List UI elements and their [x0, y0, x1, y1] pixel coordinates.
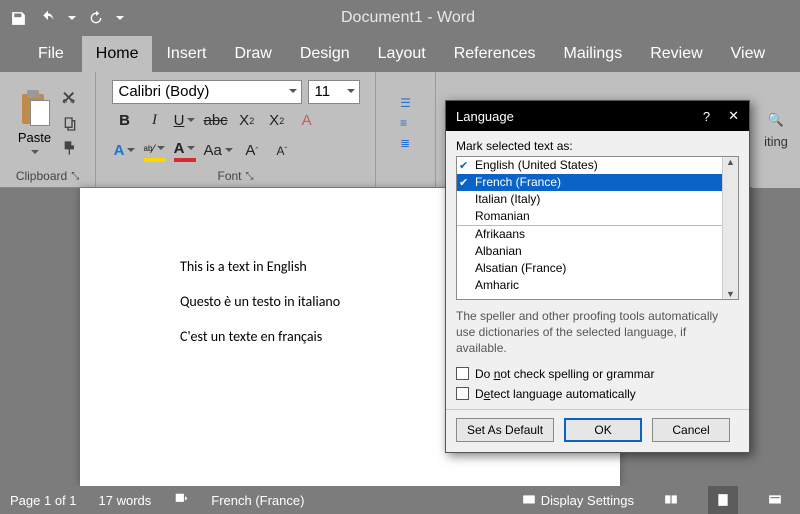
tab-draw[interactable]: Draw — [220, 36, 285, 72]
display-settings-icon[interactable]: Display Settings — [521, 493, 634, 508]
window-title: Document1 - Word — [124, 9, 692, 27]
paste-button[interactable]: Paste — [16, 86, 54, 158]
dialog-titlebar[interactable]: Language ? ✕ — [446, 101, 749, 131]
highlight-button[interactable]: ab⁄ — [144, 140, 166, 162]
change-case-button[interactable]: Aa — [204, 140, 233, 162]
group-font: Calibri (Body) 11 B I U abc X2 X2 A A ab… — [96, 72, 376, 187]
print-layout-icon[interactable] — [708, 486, 738, 514]
tab-mailings[interactable]: Mailings — [550, 36, 637, 72]
language-option[interactable]: ✔English (United States) — [457, 157, 738, 174]
language-option[interactable]: Afrikaans — [457, 226, 738, 243]
help-icon[interactable]: ? — [703, 109, 710, 124]
format-painter-icon[interactable] — [60, 139, 80, 157]
word-count[interactable]: 17 words — [99, 493, 152, 508]
paste-label: Paste — [18, 130, 51, 145]
undo-dropdown-icon[interactable] — [68, 16, 76, 24]
web-layout-icon[interactable] — [760, 486, 790, 514]
ribbon-tabs: File Home Insert Draw Design Layout Refe… — [0, 36, 800, 72]
cancel-button[interactable]: Cancel — [652, 418, 730, 442]
title-bar: Document1 - Word — [0, 0, 800, 36]
dialog-note: The speller and other proofing tools aut… — [456, 308, 739, 357]
scrollbar[interactable]: ▲▼ — [722, 157, 738, 299]
language-option[interactable]: Romanian — [457, 208, 738, 225]
tab-layout[interactable]: Layout — [364, 36, 440, 72]
font-size-combo[interactable]: 11 — [308, 80, 360, 104]
undo-icon[interactable] — [38, 9, 58, 27]
checkbox-icon — [456, 387, 469, 400]
read-mode-icon[interactable] — [656, 486, 686, 514]
page-number[interactable]: Page 1 of 1 — [10, 493, 77, 508]
clear-formatting-icon[interactable]: A — [296, 110, 318, 132]
tab-file[interactable]: File — [20, 36, 82, 72]
checkbox-icon — [456, 367, 469, 380]
language-option[interactable]: ✔French (France) — [457, 174, 738, 191]
save-icon[interactable] — [8, 9, 28, 27]
shrink-font-button[interactable]: Aˇ — [271, 140, 293, 162]
language-listbox[interactable]: ✔English (United States)✔French (France)… — [456, 156, 739, 300]
tab-insert[interactable]: Insert — [152, 36, 220, 72]
language-option[interactable]: Albanian — [457, 243, 738, 260]
language-option[interactable]: Alsatian (France) — [457, 260, 738, 277]
bullets-icon[interactable]: ☰ — [400, 96, 411, 110]
mark-label: Mark selected text as: — [456, 139, 739, 153]
language-option[interactable]: Amharic — [457, 277, 738, 294]
tab-review[interactable]: Review — [636, 36, 716, 72]
superscript-button[interactable]: X2 — [266, 110, 288, 132]
underline-button[interactable]: U — [174, 110, 196, 132]
close-icon[interactable]: ✕ — [728, 108, 739, 124]
italic-button[interactable]: I — [144, 110, 166, 132]
find-icon[interactable]: 🔍 — [768, 112, 784, 128]
strikethrough-button[interactable]: abc — [204, 110, 228, 132]
bold-button[interactable]: B — [114, 110, 136, 132]
quick-access-toolbar — [8, 9, 124, 27]
proofing-icon[interactable] — [173, 492, 189, 509]
tab-design[interactable]: Design — [286, 36, 364, 72]
group-paragraph: ☰ ≡ ≣ — [376, 72, 436, 187]
group-label-font: Font — [217, 169, 241, 183]
tab-view[interactable]: View — [717, 36, 779, 72]
paste-icon — [18, 88, 52, 128]
multilevel-icon[interactable]: ≣ — [400, 136, 411, 150]
repeat-icon[interactable] — [86, 9, 106, 27]
checkbox-no-spellcheck[interactable]: Do not check spelling or grammar — [456, 367, 739, 381]
cut-icon[interactable] — [60, 91, 80, 109]
grow-font-button[interactable]: Aˆ — [241, 140, 263, 162]
subscript-button[interactable]: X2 — [236, 110, 258, 132]
editing-group-peek: 🔍 iting — [752, 72, 800, 188]
font-name-combo[interactable]: Calibri (Body) — [112, 80, 302, 104]
checkbox-detect-language[interactable]: Detect language automatically — [456, 387, 739, 401]
group-clipboard: Paste Clipboard ⤡ — [0, 72, 96, 187]
tab-home[interactable]: Home — [82, 36, 153, 72]
language-dialog: Language ? ✕ Mark selected text as: ✔Eng… — [445, 100, 750, 453]
status-bar: Page 1 of 1 17 words French (France) Dis… — [0, 486, 800, 514]
dialog-title: Language — [456, 109, 514, 124]
font-color-button[interactable]: A — [174, 140, 196, 162]
tab-references[interactable]: References — [440, 36, 550, 72]
qat-customize-icon[interactable] — [116, 16, 124, 24]
group-label-clipboard: Clipboard — [16, 169, 67, 183]
set-default-button[interactable]: Set As Default — [456, 418, 554, 442]
copy-icon[interactable] — [60, 115, 80, 133]
paste-dropdown-icon[interactable] — [31, 150, 39, 158]
text-effects-button[interactable]: A — [114, 140, 136, 162]
numbering-icon[interactable]: ≡ — [400, 116, 411, 130]
language-option[interactable]: Italian (Italy) — [457, 191, 738, 208]
ok-button[interactable]: OK — [564, 418, 642, 442]
language-status[interactable]: French (France) — [211, 493, 304, 508]
